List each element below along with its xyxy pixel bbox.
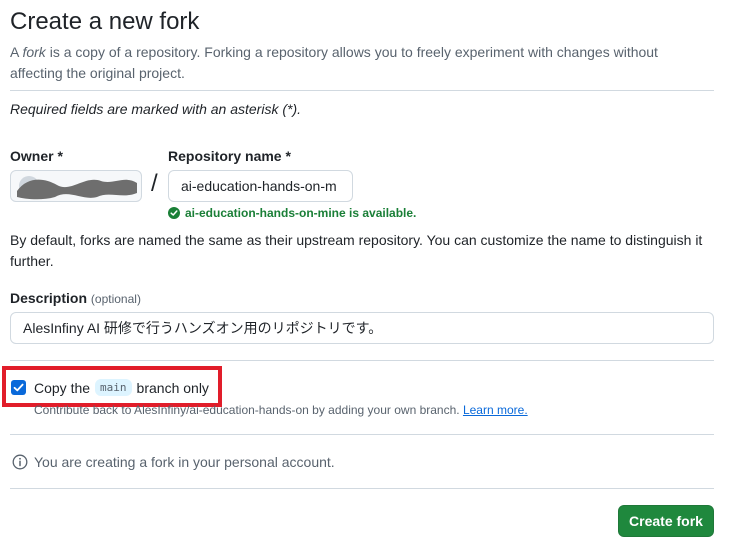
copy-label-after: branch only	[136, 379, 209, 396]
repo-name-input[interactable]	[168, 170, 353, 202]
availability-message: ai-education-hands-on-mine is available.	[168, 206, 416, 220]
personal-account-info: You are creating a fork in your personal…	[12, 454, 335, 470]
owner-redaction	[17, 179, 137, 200]
learn-more-link[interactable]: Learn more.	[463, 403, 528, 417]
create-fork-button[interactable]: Create fork	[618, 505, 714, 537]
subtitle-prefix: A	[10, 44, 23, 60]
owner-select[interactable]	[10, 170, 142, 202]
repo-name-label: Repository name *	[168, 148, 291, 164]
copy-label-before: Copy the	[34, 379, 91, 396]
copy-main-branch-label[interactable]: Copy the main branch only	[34, 379, 209, 396]
info-text: You are creating a fork in your personal…	[34, 454, 335, 470]
description-label-text: Description	[10, 290, 88, 306]
availability-text: ai-education-hands-on-mine is available.	[185, 206, 417, 220]
subtitle-em: fork	[22, 44, 46, 60]
owner-repo-separator: /	[151, 170, 158, 197]
contribute-text: Contribute back to AlesInfiny/ai-educati…	[34, 403, 460, 417]
header-divider	[10, 90, 714, 91]
check-circle-icon	[168, 207, 180, 219]
check-icon	[13, 383, 24, 392]
description-input[interactable]	[10, 312, 714, 344]
optional-tag: (optional)	[90, 292, 141, 306]
page-title: Create a new fork	[10, 8, 200, 35]
description-label: Description (optional)	[10, 290, 141, 306]
subtitle-rest: is a copy of a repository. Forking a rep…	[10, 44, 658, 81]
branch-name-code: main	[95, 379, 132, 396]
default-name-note: By default, forks are named the same as …	[10, 232, 703, 269]
info-icon	[12, 454, 28, 470]
description-divider	[10, 360, 714, 361]
contribute-note: Contribute back to AlesInfiny/ai-educati…	[34, 403, 528, 417]
required-note: Required fields are marked with an aster…	[10, 101, 302, 117]
copy-main-branch-checkbox[interactable]	[11, 380, 26, 395]
page-subtitle: A fork is a copy of a repository. Forkin…	[10, 42, 710, 84]
footer-divider	[10, 488, 714, 489]
checkbox-divider	[10, 434, 714, 435]
owner-label: Owner *	[10, 148, 63, 164]
